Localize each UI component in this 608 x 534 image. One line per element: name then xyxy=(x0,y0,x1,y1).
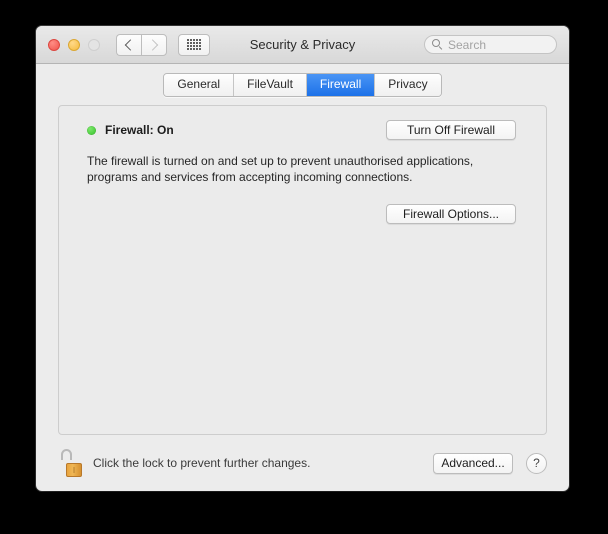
security-privacy-window: Security & Privacy Search General FileVa… xyxy=(36,26,569,491)
firewall-status-label: Firewall: On xyxy=(105,123,174,137)
search-icon xyxy=(432,39,443,50)
navigation-buttons xyxy=(116,34,167,56)
tab-general[interactable]: General xyxy=(164,74,234,96)
lock-hint-label: Click the lock to prevent further change… xyxy=(93,456,310,470)
help-button[interactable]: ? xyxy=(526,453,547,474)
close-window-button[interactable] xyxy=(48,39,60,51)
grid-icon xyxy=(187,39,201,50)
advanced-button[interactable]: Advanced... xyxy=(433,453,513,474)
padlock-shackle-icon xyxy=(61,449,72,460)
preference-tabbar: General FileVault Firewall Privacy xyxy=(36,64,569,105)
firewall-panel: Firewall: On Turn Off Firewall The firew… xyxy=(58,105,547,435)
unlocked-padlock-icon[interactable] xyxy=(58,448,84,478)
back-button[interactable] xyxy=(116,34,141,56)
firewall-options-button[interactable]: Firewall Options... xyxy=(386,204,516,224)
tab-firewall[interactable]: Firewall xyxy=(307,74,375,96)
status-indicator-icon xyxy=(87,126,96,135)
tab-segmented-control: General FileVault Firewall Privacy xyxy=(163,73,441,97)
turn-off-firewall-button[interactable]: Turn Off Firewall xyxy=(386,120,516,140)
zoom-window-button xyxy=(88,39,100,51)
firewall-status-row: Firewall: On Turn Off Firewall xyxy=(87,123,516,137)
chevron-right-icon xyxy=(147,39,158,50)
traffic-light-group xyxy=(48,39,100,51)
tab-filevault[interactable]: FileVault xyxy=(234,74,307,96)
window-titlebar: Security & Privacy Search xyxy=(36,26,569,64)
window-bottom-bar: Click the lock to prevent further change… xyxy=(36,435,569,491)
padlock-body-icon xyxy=(66,463,82,477)
chevron-left-icon xyxy=(125,39,136,50)
tab-privacy[interactable]: Privacy xyxy=(375,74,440,96)
firewall-description: The firewall is turned on and set up to … xyxy=(87,153,510,185)
search-input[interactable]: Search xyxy=(424,35,557,54)
search-placeholder: Search xyxy=(448,38,486,52)
show-all-button[interactable] xyxy=(178,34,210,56)
minimize-window-button[interactable] xyxy=(68,39,80,51)
forward-button xyxy=(141,34,167,56)
